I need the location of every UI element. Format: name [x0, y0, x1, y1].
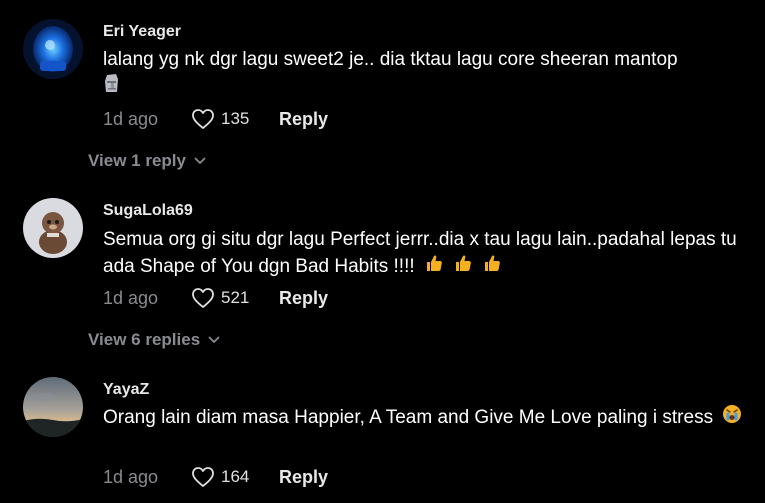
chevron-down-icon: [208, 336, 220, 343]
username[interactable]: SugaLola69: [103, 202, 193, 220]
comment-text: Orang lain diam masa Happier, A Team and…: [103, 404, 743, 432]
avatar[interactable]: [23, 377, 83, 437]
comment-text-body: Semua org gi situ dgr lagu Perfect jerrr…: [103, 229, 737, 278]
like-count: 164: [221, 467, 250, 486]
like-button[interactable]: 135: [191, 107, 249, 131]
comment-text: lalang yg nk dgr lagu sweet2 je.. dia tk…: [103, 46, 743, 101]
timestamp: 1d ago: [103, 467, 159, 487]
comment-item: Eri Yeager lalang yg nk dgr lagu sweet2 …: [0, 0, 765, 170]
heart-icon: [192, 109, 214, 129]
username[interactable]: Eri Yeager: [103, 23, 181, 41]
avatar[interactable]: [23, 198, 83, 258]
reply-button[interactable]: Reply: [279, 109, 328, 130]
view-replies-label: View 6 replies: [88, 330, 201, 349]
thumbs-up-icon: [453, 253, 473, 281]
comment-text-body: Orang lain diam masa Happier, A Team and…: [103, 407, 714, 429]
comment-meta: 1d ago 135 Reply: [103, 107, 403, 131]
chevron-down-icon: [194, 157, 206, 164]
avatar-image: [23, 198, 83, 258]
heart-icon: [192, 288, 214, 308]
avatar[interactable]: [23, 19, 83, 79]
reply-button[interactable]: Reply: [279, 288, 328, 309]
avatar-image: [23, 377, 83, 437]
timestamp: 1d ago: [103, 288, 159, 308]
heart-icon: [192, 467, 214, 487]
view-replies-button[interactable]: View 1 reply: [88, 150, 206, 172]
like-button[interactable]: 164: [191, 465, 249, 489]
comment-text: Semua org gi situ dgr lagu Perfect jerrr…: [103, 226, 743, 281]
view-replies-label: View 1 reply: [88, 151, 186, 170]
avatar-image: [23, 19, 83, 79]
view-replies-button[interactable]: View 6 replies: [88, 329, 220, 351]
comment-meta: 1d ago 164 Reply: [103, 465, 403, 489]
timestamp: 1d ago: [103, 109, 159, 129]
like-button[interactable]: 521: [191, 286, 249, 310]
crying-face-icon: [722, 404, 742, 432]
thumbs-up-icon: [482, 253, 502, 281]
thumbs-up-icon: [424, 253, 444, 281]
username[interactable]: YayaZ: [103, 381, 149, 399]
comment-meta: 1d ago 521 Reply: [103, 286, 403, 310]
comment-text-body: lalang yg nk dgr lagu sweet2 je.. dia tk…: [103, 49, 678, 70]
like-count: 521: [221, 288, 250, 307]
like-count: 135: [221, 109, 250, 128]
moai-icon: [103, 73, 121, 101]
reply-button[interactable]: Reply: [279, 467, 328, 488]
